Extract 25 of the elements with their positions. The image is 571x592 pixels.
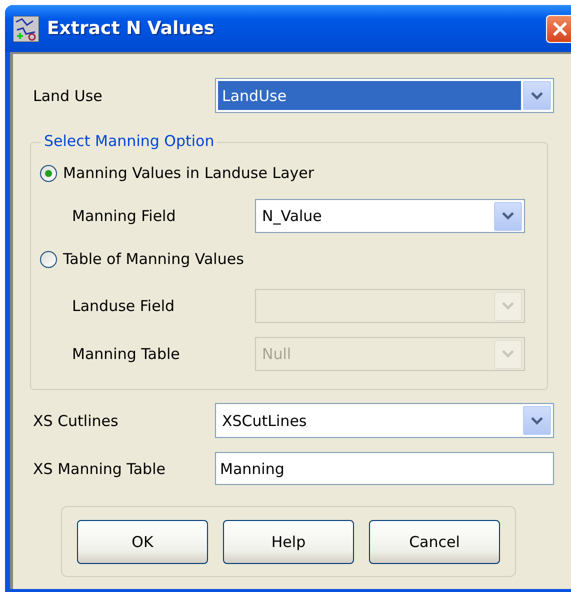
caret-icon[interactable] bbox=[494, 202, 522, 230]
caret-icon[interactable] bbox=[523, 81, 551, 110]
group-title: Select Manning Option bbox=[41, 132, 218, 150]
field-label: XS Manning Table bbox=[33, 460, 166, 478]
dropdown-field[interactable]: XSCutLines bbox=[215, 403, 554, 438]
field-label: Manning Field bbox=[72, 207, 177, 225]
map-icon bbox=[13, 16, 39, 42]
radio-button[interactable] bbox=[40, 250, 57, 268]
window-title: Extract N Values bbox=[47, 18, 216, 39]
dialog-button[interactable]: Help bbox=[223, 520, 354, 564]
radio-label[interactable]: Manning Values in Landuse Layer bbox=[63, 164, 314, 182]
field-label: Manning Table bbox=[72, 345, 181, 363]
field-label: Land Use bbox=[33, 86, 104, 104]
caret-icon[interactable] bbox=[523, 406, 551, 435]
close-button[interactable] bbox=[546, 14, 571, 42]
input-field[interactable]: Manning bbox=[215, 452, 554, 485]
field-label: Landuse Field bbox=[72, 297, 176, 315]
dialog-button[interactable]: Cancel bbox=[369, 520, 500, 564]
close-icon bbox=[552, 20, 568, 36]
field-label: XS Cutlines bbox=[33, 412, 120, 430]
radio-button[interactable] bbox=[40, 164, 57, 182]
radio-label[interactable]: Table of Manning Values bbox=[63, 250, 244, 268]
dropdown-field[interactable]: LandUse bbox=[215, 78, 554, 113]
dropdown-field[interactable]: N_Value bbox=[255, 199, 525, 233]
dialog-button[interactable]: OK bbox=[77, 520, 208, 564]
